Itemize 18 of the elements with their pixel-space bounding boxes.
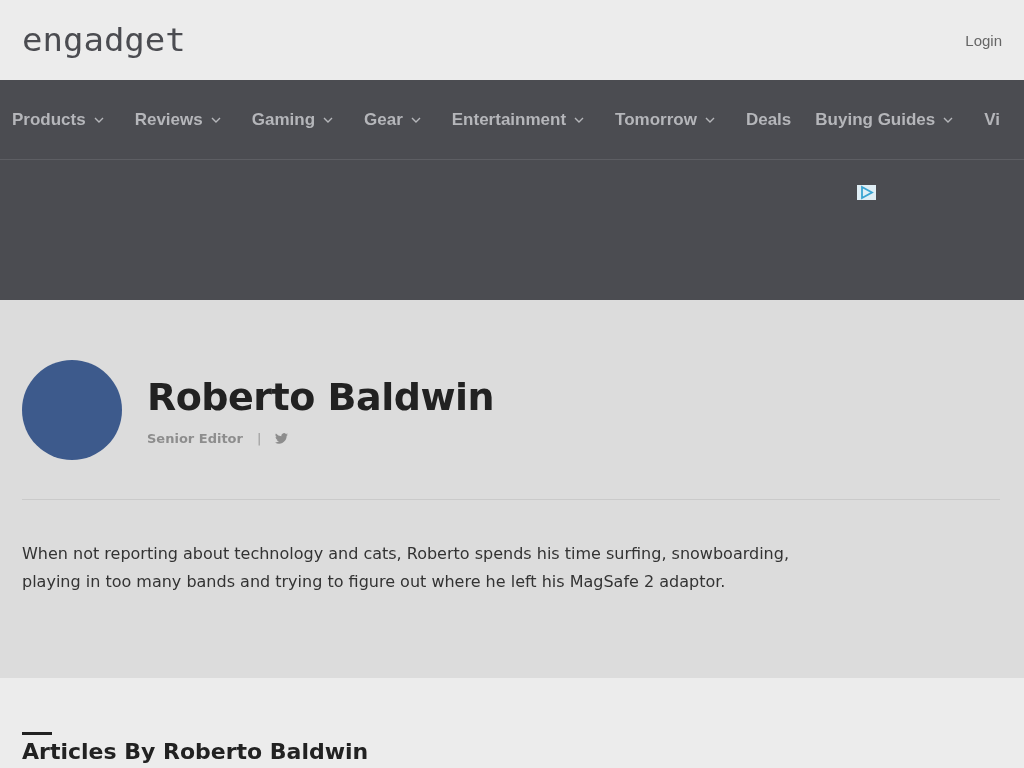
- nav-link[interactable]: Gaming: [251, 109, 334, 130]
- nav-link[interactable]: Gear: [364, 109, 421, 130]
- nav-link[interactable]: Tomorrow: [615, 109, 715, 130]
- nav-link[interactable]: Deals: [745, 109, 792, 130]
- play-icon[interactable]: [857, 185, 876, 200]
- author-name: Roberto Baldwin: [147, 374, 495, 419]
- author-role: Senior Editor: [147, 430, 243, 446]
- nav-link[interactable]: Vi: [984, 109, 1001, 130]
- nav-link[interactable]: Products: [12, 109, 104, 130]
- engadget-logo[interactable]: engadget: [22, 23, 186, 57]
- nav-link[interactable]: Reviews: [134, 109, 221, 130]
- twitter-icon[interactable]: [275, 432, 289, 444]
- author-bio: When not reporting about technology and cats, Roberto spends his time surfing, snowboarding, playing in too many bands and trying to figure out where he left his MagSafe 2 adaptor.: [22, 543, 790, 593]
- nav-link[interactable]: Entertainment: [451, 109, 585, 130]
- nav-link[interactable]: Buying Guides: [815, 109, 954, 130]
- login-link[interactable]: Login: [965, 31, 1002, 49]
- separator: |: [256, 430, 262, 446]
- section-heading: Articles By Roberto Baldwin: [22, 739, 370, 765]
